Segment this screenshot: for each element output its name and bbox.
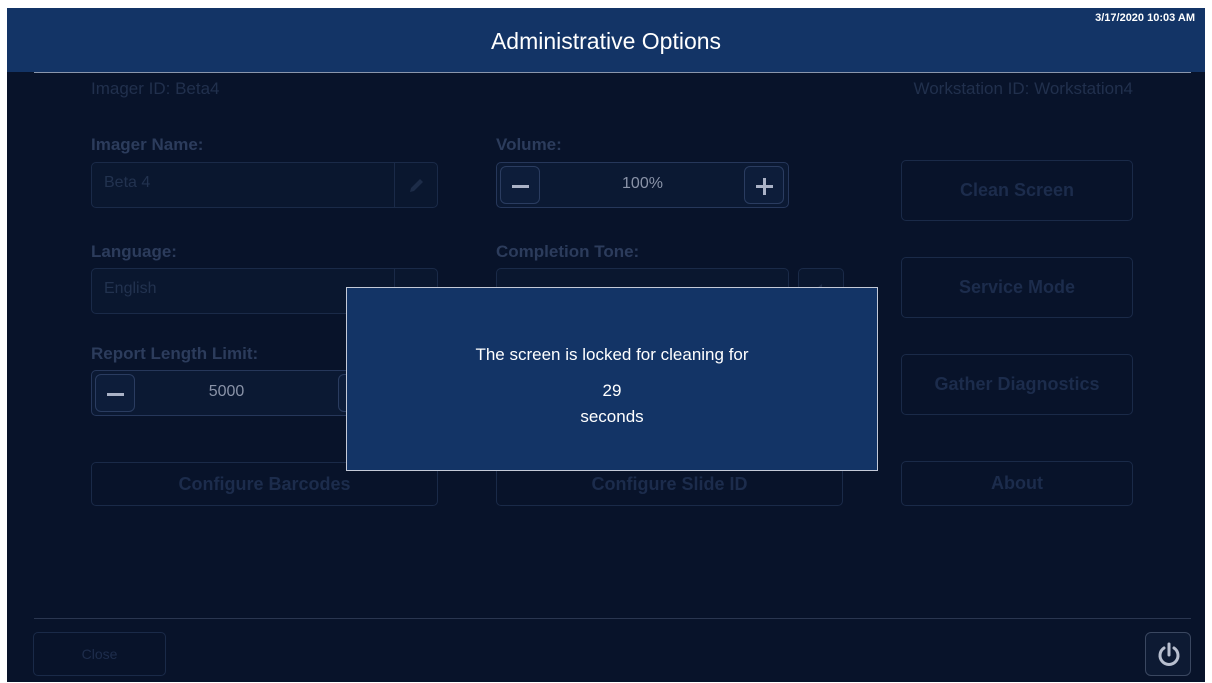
modal-message-line1: The screen is locked for cleaning for	[475, 345, 749, 364]
power-button[interactable]	[1145, 632, 1191, 676]
imager-name-value: Beta 4	[104, 174, 151, 191]
imager-name-label: Imager Name:	[91, 135, 204, 154]
service-mode-button[interactable]: Service Mode	[901, 257, 1133, 318]
admin-window: Administrative Options 3/17/2020 10:03 A…	[7, 8, 1205, 682]
pencil-icon	[410, 179, 423, 192]
volume-stepper[interactable]: 100%	[496, 162, 789, 208]
volume-increment[interactable]	[744, 166, 784, 204]
page-title: Administrative Options	[490, 28, 722, 54]
report-length-label: Report Length Limit:	[91, 344, 259, 363]
language-value: English	[104, 280, 157, 297]
power-icon	[1158, 642, 1180, 666]
footer-divider	[34, 618, 1191, 619]
workstation-id-label: Workstation ID: Workstation4	[913, 79, 1133, 98]
plus-icon-vertical	[763, 178, 766, 195]
header-bar: Administrative Options 3/17/2020 10:03 A…	[7, 8, 1205, 72]
gather-diagnostics-button[interactable]: Gather Diagnostics	[901, 354, 1133, 415]
edit-name-button[interactable]	[394, 163, 437, 207]
cleaning-lock-dialog: The screen is locked for cleaning for 29…	[346, 287, 878, 471]
about-button[interactable]: About	[901, 461, 1133, 506]
header-divider	[34, 72, 1191, 73]
clean-screen-button[interactable]: Clean Screen	[901, 160, 1133, 221]
language-label: Language:	[91, 242, 177, 261]
volume-label: Volume:	[496, 135, 562, 154]
report-length-value: 5000	[208, 383, 245, 400]
modal-seconds-remaining: 29	[602, 381, 622, 400]
modal-message-line3: seconds	[580, 407, 644, 426]
imager-id-label: Imager ID: Beta4	[91, 79, 220, 98]
completion-tone-label: Completion Tone:	[496, 242, 640, 261]
imager-name-field[interactable]: Beta 4	[91, 162, 438, 208]
report-length-stepper[interactable]: 5000	[91, 370, 378, 416]
datetime-label: 3/17/2020 10:03 AM	[1095, 12, 1195, 24]
close-button[interactable]: Close	[33, 632, 166, 676]
